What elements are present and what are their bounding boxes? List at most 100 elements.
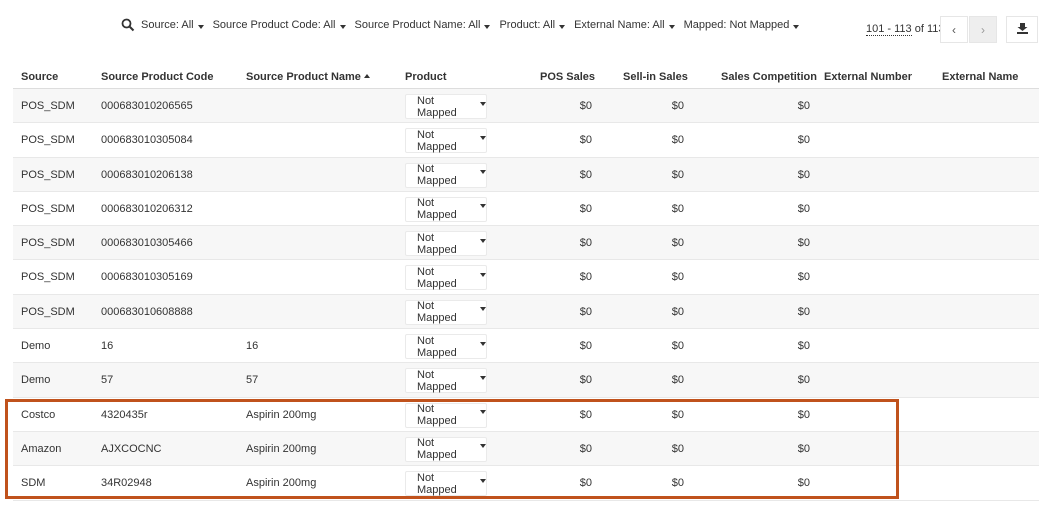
column-header-sales-competition[interactable]: Sales Competition <box>721 71 817 83</box>
cell-sales-competition: $0 <box>797 168 810 181</box>
column-header-external-name[interactable]: External Name <box>942 71 1018 83</box>
column-header-source[interactable]: Source <box>21 71 58 83</box>
cell-sell-in-sales: $0 <box>671 168 684 181</box>
cell-sales-competition: $0 <box>797 408 810 421</box>
filter-product[interactable]: Product: All <box>499 19 566 31</box>
cell-pos-sales: $0 <box>579 340 592 353</box>
cell-sales-competition: $0 <box>797 237 810 250</box>
caret-down-icon <box>480 238 486 243</box>
cell-pos-sales: $0 <box>579 374 592 387</box>
product-mapping-dropdown[interactable]: Not Mapped <box>405 368 487 394</box>
cell-sales-competition: $0 <box>797 202 810 215</box>
cell-source: Amazon <box>21 442 62 455</box>
pagination-range[interactable]: 101 - 113 <box>866 23 912 36</box>
product-mapping-dropdown[interactable]: Not Mapped <box>405 94 487 119</box>
cell-source: POS_SDM <box>21 237 75 250</box>
column-header-source-product-name[interactable]: Source Product Name <box>246 71 370 83</box>
cell-source: Costco <box>21 408 56 421</box>
table-row: POS_SDM 000683010305466 Not Mapped $0 $0 $0 <box>13 226 1039 261</box>
filter-mapped[interactable]: Mapped: Not Mapped <box>684 19 800 31</box>
filter-source[interactable]: Source: All <box>141 19 204 31</box>
table-row: POS_SDM 000683010305084 Not Mapped $0 $0 $0 <box>13 123 1039 158</box>
column-header-source-product-code[interactable]: Source Product Code <box>101 71 213 83</box>
product-mapping-dropdown[interactable]: Not Mapped <box>405 128 487 154</box>
cell-source: Demo <box>21 340 51 353</box>
table-row: SDM 34R02948 Aspirin 200mg Not Mapped $0 $0 $0 <box>13 466 1039 501</box>
filter-external-name[interactable]: External Name: All <box>574 19 675 31</box>
product-mapping-dropdown[interactable]: Not Mapped <box>405 299 487 325</box>
caret-down-icon <box>484 24 491 29</box>
cell-sell-in-sales: $0 <box>671 477 684 490</box>
cell-pos-sales: $0 <box>579 305 592 318</box>
caret-down-icon <box>480 478 486 483</box>
table-header: Source Source Product Code Source Produc… <box>13 68 1039 89</box>
caret-down-icon <box>480 272 486 277</box>
cell-sell-in-sales: $0 <box>671 374 684 387</box>
download-button[interactable] <box>1006 16 1038 43</box>
column-header-external-number[interactable]: External Number <box>824 71 912 83</box>
caret-down-icon <box>668 24 675 29</box>
cell-source-product-code: 000683010305084 <box>101 134 193 147</box>
cell-source-product-code: 000683010206312 <box>101 202 193 215</box>
cell-pos-sales: $0 <box>579 477 592 490</box>
column-header-pos-sales[interactable]: POS Sales <box>540 71 595 83</box>
cell-sales-competition: $0 <box>797 340 810 353</box>
next-page-button[interactable]: › <box>969 16 997 43</box>
cell-sell-in-sales: $0 <box>671 442 684 455</box>
product-mapping-dropdown[interactable]: Not Mapped <box>405 231 487 257</box>
cell-sales-competition: $0 <box>797 134 810 147</box>
cell-sales-competition: $0 <box>797 100 810 112</box>
product-mapping-dropdown[interactable]: Not Mapped <box>405 162 487 188</box>
product-mapping-dropdown[interactable]: Not Mapped <box>405 196 487 222</box>
chevron-right-icon: › <box>981 22 985 37</box>
table-row: POS_SDM 000683010206312 Not Mapped $0 $0 $0 <box>13 192 1039 227</box>
table-row: POS_SDM 000683010206138 Not Mapped $0 $0 $0 <box>13 157 1039 192</box>
prev-page-button[interactable]: ‹ <box>940 16 968 43</box>
cell-source-product-code: 4320435r <box>101 408 148 421</box>
cell-source-product-code: 000683010608888 <box>101 305 193 318</box>
cell-pos-sales: $0 <box>579 134 592 147</box>
product-mapping-dropdown[interactable]: Not Mapped <box>405 402 487 428</box>
caret-down-icon <box>197 24 204 29</box>
cell-pos-sales: $0 <box>579 271 592 284</box>
cell-source-product-name: 16 <box>246 340 259 353</box>
cell-sell-in-sales: $0 <box>671 271 684 284</box>
cell-source-product-code: 000683010206565 <box>101 100 193 112</box>
cell-sales-competition: $0 <box>797 374 810 387</box>
filter-source-product-name[interactable]: Source Product Name: All <box>355 19 491 31</box>
cell-sell-in-sales: $0 <box>671 408 684 421</box>
search-icon[interactable] <box>121 18 135 32</box>
cell-source-product-code: 000683010206138 <box>101 168 193 181</box>
column-header-product[interactable]: Product <box>405 71 447 83</box>
cell-source-product-code: 000683010305169 <box>101 271 193 284</box>
cell-sales-competition: $0 <box>797 271 810 284</box>
product-mapping-dropdown[interactable]: Not Mapped <box>405 471 487 497</box>
cell-pos-sales: $0 <box>579 442 592 455</box>
cell-sell-in-sales: $0 <box>671 305 684 318</box>
column-header-sell-in-sales[interactable]: Sell-in Sales <box>623 71 688 83</box>
cell-source: Demo <box>21 374 51 387</box>
cell-source-product-name: Aspirin 200mg <box>246 408 317 421</box>
cell-source-product-code: AJXCOCNC <box>101 442 162 455</box>
caret-down-icon <box>480 341 486 346</box>
cell-pos-sales: $0 <box>579 408 592 421</box>
caret-down-icon <box>339 24 346 29</box>
table-row: POS_SDM 000683010305169 Not Mapped $0 $0 $0 <box>13 260 1039 295</box>
table-row: Amazon AJXCOCNC Aspirin 200mg Not Mapped $0 $… <box>13 431 1039 467</box>
cell-source-product-code: 57 <box>101 374 114 387</box>
product-mapping-dropdown[interactable]: Not Mapped <box>405 436 487 462</box>
product-mapping-dropdown[interactable]: Not Mapped <box>405 334 487 360</box>
filter-source-product-code[interactable]: Source Product Code: All <box>213 19 346 31</box>
table-row: POS_SDM 000683010608888 Not Mapped $0 $0 $0 <box>13 294 1039 330</box>
caret-down-icon <box>793 24 800 29</box>
product-mapping-dropdown[interactable]: Not Mapped <box>405 265 487 291</box>
table-body: POS_SDM 000683010206565 Not Mapped $0 $0 $0 PO… <box>13 89 1039 501</box>
caret-down-icon <box>480 135 486 140</box>
caret-down-icon <box>480 101 486 106</box>
caret-down-icon <box>480 375 486 380</box>
filter-bar: Source: All Source Product Code: All Sou… <box>121 17 808 33</box>
cell-source-product-code: 16 <box>101 340 114 353</box>
cell-source-product-code: 34R02948 <box>101 477 152 490</box>
caret-down-icon <box>480 444 486 449</box>
cell-sell-in-sales: $0 <box>671 202 684 215</box>
